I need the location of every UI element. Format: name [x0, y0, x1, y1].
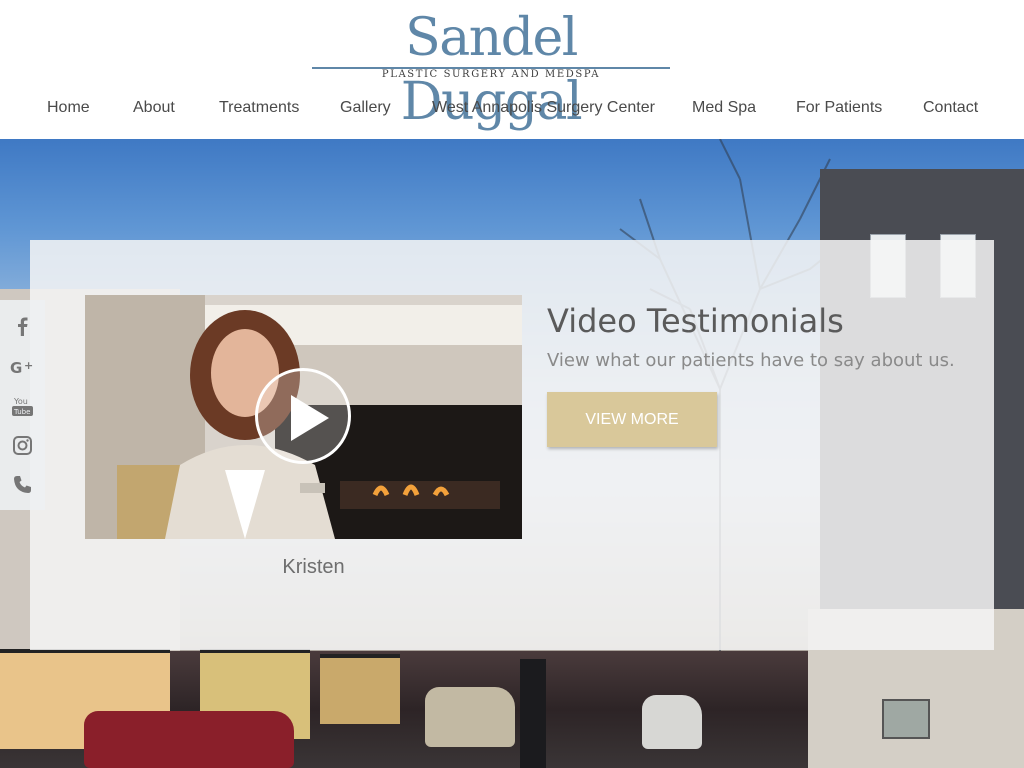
main-nav: Home About Treatments Gallery West Annap… — [0, 99, 1024, 123]
play-icon — [291, 395, 329, 441]
white-suv — [642, 695, 702, 749]
red-car — [84, 711, 294, 768]
storefront — [320, 654, 400, 724]
play-button[interactable] — [255, 368, 351, 464]
svg-text:You: You — [13, 397, 28, 406]
nav-item-home[interactable]: Home — [47, 99, 90, 117]
section-title: Video Testimonials — [547, 302, 844, 340]
view-more-button[interactable]: VIEW MORE — [547, 392, 717, 447]
video-caption: Kristen — [282, 556, 345, 578]
site-header: Sandel Duggal PLASTIC SURGERY AND MEDSPA… — [0, 0, 1024, 139]
svg-text:G: G — [10, 359, 22, 377]
google-plus-icon[interactable]: G + — [10, 355, 35, 380]
nav-item-about[interactable]: About — [133, 99, 175, 117]
nav-item-treatments[interactable]: Treatments — [219, 99, 299, 117]
svg-text:+: + — [24, 359, 33, 372]
tan-suv — [425, 687, 515, 747]
social-sidebar: G + You Tube — [0, 300, 45, 510]
atm-screen — [882, 699, 930, 739]
nav-item-for-patients[interactable]: For Patients — [796, 99, 882, 117]
svg-text:Tube: Tube — [13, 408, 30, 416]
phone-icon[interactable] — [10, 472, 35, 497]
facebook-icon[interactable] — [10, 314, 35, 339]
hero-banner: Kristen Video Testimonials View what our… — [0, 139, 1024, 768]
nav-item-gallery[interactable]: Gallery — [340, 99, 391, 117]
testimonial-panel: Kristen Video Testimonials View what our… — [30, 240, 994, 650]
nav-item-med-spa[interactable]: Med Spa — [692, 99, 756, 117]
nav-item-west-annapolis-surgery-center[interactable]: West Annapolis Surgery Center — [432, 99, 655, 117]
nav-item-contact[interactable]: Contact — [923, 99, 978, 117]
street-lamp — [520, 659, 546, 768]
site-logo[interactable]: Sandel Duggal PLASTIC SURGERY AND MEDSPA — [308, 6, 674, 132]
youtube-icon[interactable]: You Tube — [10, 395, 35, 420]
section-subtitle: View what our patients have to say about… — [547, 350, 955, 371]
logo-tagline: PLASTIC SURGERY AND MEDSPA — [381, 69, 601, 80]
testimonial-video[interactable] — [85, 295, 522, 539]
instagram-icon[interactable] — [10, 433, 35, 458]
